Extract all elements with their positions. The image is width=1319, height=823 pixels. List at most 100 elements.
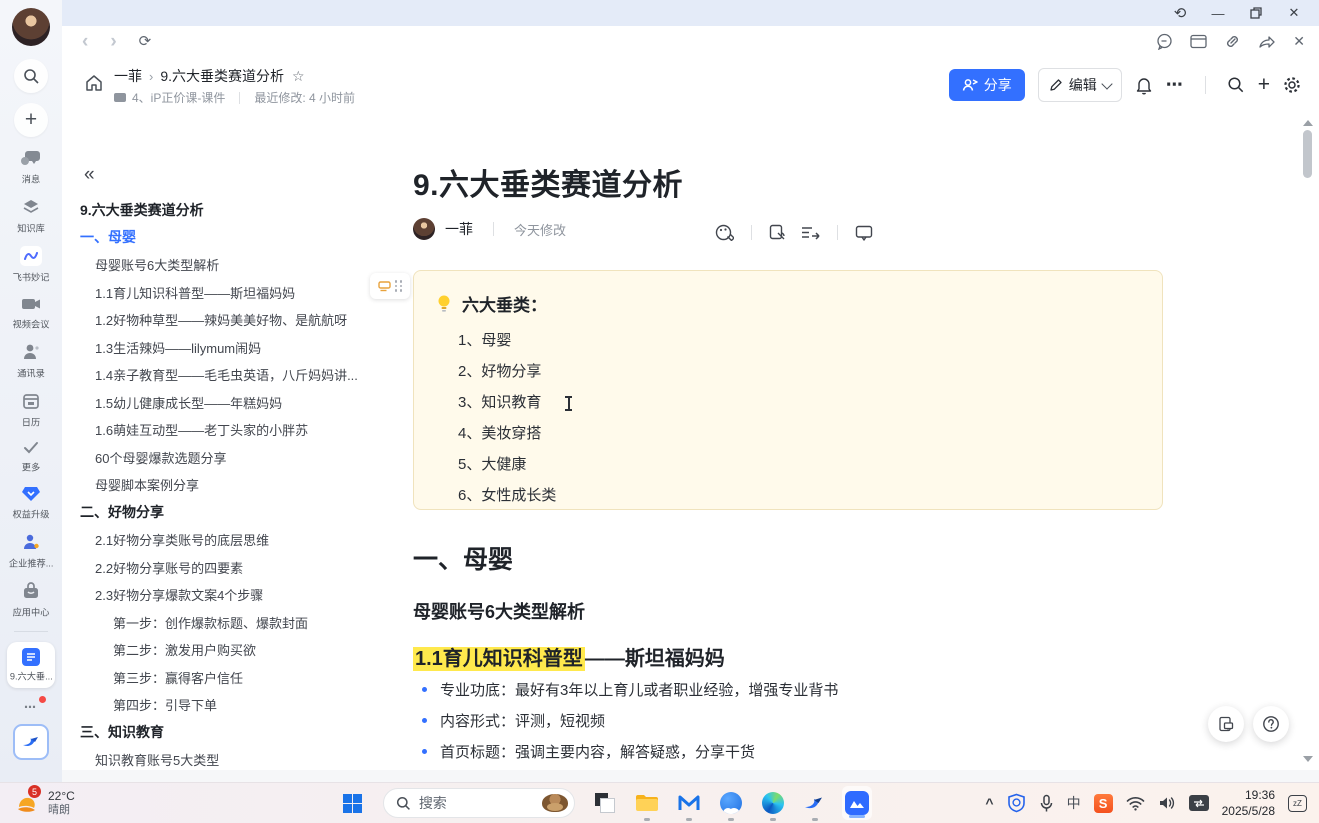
toc-item[interactable]: 9.六大垂类赛道分析 xyxy=(80,196,358,224)
home-button[interactable] xyxy=(84,73,104,93)
callout-block[interactable]: 六大垂类： 1、母婴 2、好物分享 3、知识教育 4、美妆穿搭 5、大健康 6、… xyxy=(413,270,1163,510)
toc-item[interactable]: 第四步：引导下单 xyxy=(80,691,358,719)
quark-browser-button[interactable] xyxy=(716,783,746,823)
scrollbar-thumb[interactable] xyxy=(1303,130,1312,178)
breadcrumb-parent[interactable]: 一菲 xyxy=(114,66,142,86)
sidebar-doc-shortcut-active[interactable]: 9.六大垂... xyxy=(7,642,55,688)
focus-assist-button[interactable]: zZ xyxy=(1288,795,1307,812)
breadcrumb-current[interactable]: 9.六大垂类赛道分析 xyxy=(160,66,284,86)
list-arrow-button[interactable] xyxy=(801,225,820,240)
toc-item[interactable]: 1.1育儿知识科普型——斯坦福妈妈 xyxy=(80,279,358,307)
toc-item[interactable]: 60个母婴爆款选题分享 xyxy=(80,444,358,472)
callout-list-item[interactable]: 3、知识教育 xyxy=(436,386,1140,417)
user-avatar[interactable] xyxy=(12,8,50,46)
toc-item[interactable]: 三、知识教育 xyxy=(80,719,358,747)
sidebar-add-button[interactable]: + xyxy=(14,103,48,137)
toc-item-active[interactable]: 一、母婴 xyxy=(80,224,358,252)
toc-item[interactable]: 1.3生活辣妈——lilymum闹妈 xyxy=(80,334,358,362)
doc-link-button[interactable] xyxy=(769,224,786,241)
toc-item[interactable]: 二、好物分享 xyxy=(80,499,358,527)
toc-item[interactable]: 母婴账号6大类型解析 xyxy=(80,251,358,279)
minimize-button[interactable]: — xyxy=(1199,0,1237,26)
notifications-button[interactable] xyxy=(1135,76,1153,95)
settings-button[interactable] xyxy=(1283,76,1301,94)
share-button[interactable]: 分享 xyxy=(949,69,1025,101)
gpu-tray-button[interactable] xyxy=(1189,795,1209,811)
otter-image[interactable] xyxy=(542,794,568,812)
callout-list-item[interactable]: 5、大健康 xyxy=(436,448,1140,479)
feishu-app-button[interactable] xyxy=(13,724,49,760)
callout-list-item[interactable]: 2、好物分享 xyxy=(436,355,1140,386)
callout-list-item[interactable]: 6、女性成长类 xyxy=(436,479,1140,510)
volume-tray-button[interactable] xyxy=(1158,795,1176,811)
toc-collapse-button[interactable]: « xyxy=(84,164,95,186)
sidebar-more-apps-button[interactable]: ⋯ xyxy=(0,700,62,714)
toc-item[interactable]: 第一步：创作爆款标题、爆款封面 xyxy=(80,609,358,637)
sidebar-item-enterprise[interactable]: 企业推荐... xyxy=(0,532,62,570)
start-button[interactable] xyxy=(338,783,368,823)
history-button[interactable]: ⟲ xyxy=(1161,0,1199,26)
task-view-button[interactable] xyxy=(590,783,620,823)
scroll-up-arrow[interactable] xyxy=(1303,120,1313,126)
toc-item[interactable]: 1.2好物种草型——辣妈美美好物、是航航呀 xyxy=(80,306,358,334)
help-button[interactable] xyxy=(1253,706,1289,742)
doc-search-button[interactable] xyxy=(1227,76,1245,94)
toc-item[interactable]: 第二步：激发用户购买欲 xyxy=(80,636,358,664)
bullet-item[interactable]: 内容形式：评测，短视频 xyxy=(413,705,1165,736)
toc-item[interactable]: 1.6萌娃互动型——老丁头家的小胖苏 xyxy=(80,416,358,444)
tray-expand-button[interactable]: ^ xyxy=(985,795,993,811)
toc-item[interactable]: 2.3好物分享爆款文案4个步骤 xyxy=(80,581,358,609)
toc-item[interactable]: 1.5幼儿健康成长型——年糕妈妈 xyxy=(80,389,358,417)
sidebar-search-button[interactable] xyxy=(14,59,48,93)
link-button[interactable] xyxy=(1224,33,1241,50)
folder-name[interactable]: 4、iP正价课-课件 xyxy=(132,89,225,106)
catalog-toggle-button[interactable] xyxy=(1208,706,1244,742)
author-avatar[interactable] xyxy=(413,218,435,240)
toc-item[interactable]: 2.1好物分享类账号的底层思维 xyxy=(80,526,358,554)
sidebar-item-knowledge-base[interactable]: 知识库 xyxy=(0,197,62,235)
sidebar-item-app-center[interactable]: 应用中心 xyxy=(0,581,62,619)
toc-item[interactable]: 2.2好物分享账号的四要素 xyxy=(80,554,358,582)
feishu-taskbar-button[interactable] xyxy=(800,783,830,823)
taskbar-search[interactable]: 搜索 xyxy=(383,788,575,818)
ime-indicator[interactable]: 中 xyxy=(1067,793,1081,813)
sidebar-item-more[interactable]: 更多 xyxy=(0,440,62,474)
block-hover-controls[interactable] xyxy=(370,273,410,299)
sidebar-item-calendar[interactable]: 日历 xyxy=(0,391,62,429)
sidebar-item-upgrade[interactable]: 权益升级 xyxy=(0,485,62,521)
vertical-scrollbar[interactable] xyxy=(1302,116,1314,766)
heading-1[interactable]: 一、母婴 xyxy=(413,540,513,576)
drag-handle-icon[interactable] xyxy=(395,280,403,292)
sidebar-item-minutes[interactable]: 飞书妙记 xyxy=(0,246,62,284)
doc-title[interactable]: 9.六大垂类赛道分析 xyxy=(413,160,683,204)
edge-browser-button[interactable] xyxy=(758,783,788,823)
microphone-tray-button[interactable] xyxy=(1039,794,1054,813)
callout-list-item[interactable]: 4、美妆穿搭 xyxy=(436,417,1140,448)
comment-bubble-button[interactable] xyxy=(1156,33,1173,50)
panel-button[interactable] xyxy=(1190,34,1207,49)
mail-app-button[interactable] xyxy=(674,783,704,823)
edit-mode-button[interactable]: 编辑 xyxy=(1038,68,1122,102)
sogou-input-button[interactable]: S xyxy=(1094,794,1113,813)
share-arrow-button[interactable] xyxy=(1258,34,1276,49)
refresh-button[interactable]: ⟳ xyxy=(139,34,152,49)
bullet-item[interactable]: 专业功底：最好有3年以上育儿或者职业经验，增强专业背书 xyxy=(413,674,1165,705)
close-tab-button[interactable]: ✕ xyxy=(1293,33,1305,50)
heading-2[interactable]: 母婴账号6大类型解析 xyxy=(413,598,585,624)
maximize-button[interactable] xyxy=(1237,0,1275,26)
toc-item[interactable]: 母婴脚本案例分享 xyxy=(80,471,358,499)
close-window-button[interactable]: ✕ xyxy=(1275,0,1313,26)
sidebar-item-messages[interactable]: 消息 xyxy=(0,148,62,186)
callout-list-item[interactable]: 1、母婴 xyxy=(436,324,1140,355)
author-name[interactable]: 一菲 xyxy=(445,219,473,239)
sidebar-item-video-meeting[interactable]: 视频会议 xyxy=(0,295,62,331)
toc-item[interactable]: 第三步：赢得客户信任 xyxy=(80,664,358,692)
wifi-tray-button[interactable] xyxy=(1126,796,1145,811)
sidebar-item-contacts[interactable]: 通讯录 xyxy=(0,342,62,380)
theme-palette-button[interactable] xyxy=(715,224,734,241)
star-favorite-button[interactable]: ☆ xyxy=(292,68,305,85)
bullet-item[interactable]: 首页标题：强调主要内容，解答疑惑，分享干货 xyxy=(413,736,1165,767)
weather-widget[interactable]: 5 22°C 晴朗 xyxy=(14,789,75,818)
active-app-button[interactable] xyxy=(842,786,872,820)
forward-button[interactable]: › xyxy=(110,32,116,51)
